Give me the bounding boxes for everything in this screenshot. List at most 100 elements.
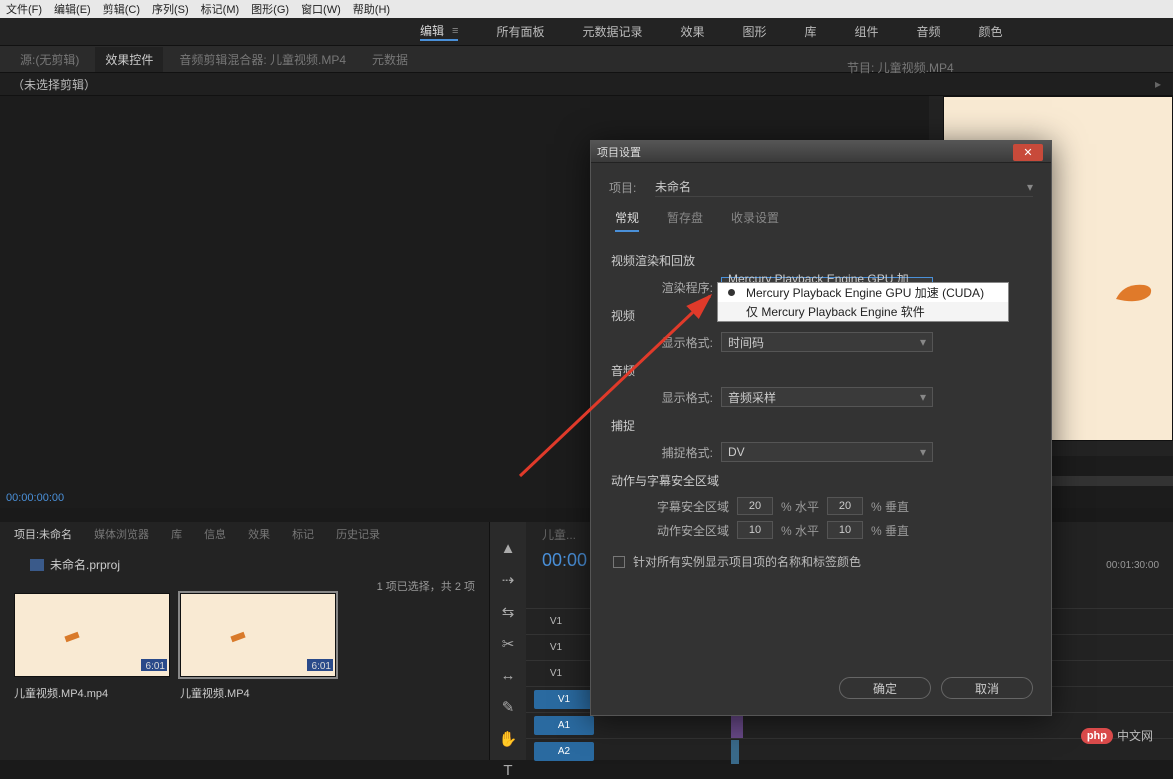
thumbnail-grid: 6:01 儿童视频.MP4.mp4 6:01 儿童视频.MP4 xyxy=(0,579,489,715)
menu-window[interactable]: 窗口(W) xyxy=(301,1,341,17)
menu-help[interactable]: 帮助(H) xyxy=(353,1,390,17)
section-render: 视频渲染和回放 xyxy=(611,252,1033,269)
dialog-close-button[interactable]: ✕ xyxy=(1013,144,1043,161)
action-safe-v-input[interactable]: 10 xyxy=(827,521,863,539)
project-panel: 项目:未命名 媒体浏览器 库 信息 效果 标记 历史记录 未命名.prproj … xyxy=(0,522,490,760)
section-safe: 动作与字幕安全区域 xyxy=(611,472,1033,489)
expand-arrow-icon[interactable]: ▸ xyxy=(1155,77,1161,91)
menu-edit[interactable]: 编辑(E) xyxy=(54,1,91,17)
ripple-tool-icon[interactable]: ⇆ xyxy=(499,603,517,621)
workspace-edit[interactable]: 编辑≡ xyxy=(420,22,458,41)
ok-button[interactable]: 确定 xyxy=(839,677,931,699)
timeline-tab[interactable]: 儿童... xyxy=(542,526,576,543)
php-logo-icon: php xyxy=(1081,728,1113,744)
no-clip-notice: （未选择剪辑） xyxy=(12,76,96,93)
show-names-checkbox[interactable] xyxy=(613,556,625,568)
menubar: 文件(F) 编辑(E) 剪辑(C) 序列(S) 标记(M) 图形(G) 窗口(W… xyxy=(0,0,1173,18)
audio-format-label: 显示格式: xyxy=(633,389,713,406)
capture-format-select[interactable]: DV xyxy=(721,442,933,462)
orange-shape-icon xyxy=(1114,279,1154,303)
workspace-essen[interactable]: 组件 xyxy=(855,23,879,40)
tab-media[interactable]: 媒体浏览器 xyxy=(86,523,157,545)
unit-label: % 垂直 xyxy=(871,522,909,539)
workspace-bar: 编辑≡ 所有面板 元数据记录 效果 图形 库 组件 音频 颜色 xyxy=(0,18,1173,46)
project-tabs: 项目:未命名 媒体浏览器 库 信息 效果 标记 历史记录 xyxy=(0,522,489,546)
title-safe-label: 字幕安全区域 xyxy=(633,498,729,515)
dropdown-option[interactable]: Mercury Playback Engine GPU 加速 (CUDA) xyxy=(718,283,1008,302)
workspace-fx[interactable]: 效果 xyxy=(680,23,704,40)
tab-info[interactable]: 信息 xyxy=(196,523,234,545)
fx-notice-bar: （未选择剪辑） ▸ xyxy=(0,72,1173,96)
unit-label: % 水平 xyxy=(781,522,819,539)
track-select-icon[interactable]: ⇢ xyxy=(499,571,517,589)
tab-history[interactable]: 历史记录 xyxy=(328,523,388,545)
video-format-label: 显示格式: xyxy=(633,334,713,351)
tool-column: ▲ ⇢ ⇆ ✂ ↔ ✎ ✋ T xyxy=(490,522,526,760)
item-count: 1 项已选择，共 2 项 xyxy=(377,578,475,594)
program-panel-tabs: 节目: 儿童视频.MP4 xyxy=(827,54,964,80)
workspace-all[interactable]: 所有面板 xyxy=(496,23,544,40)
menu-seq[interactable]: 序列(S) xyxy=(152,1,189,17)
menu-graphic[interactable]: 图形(G) xyxy=(251,1,289,17)
menu-mark[interactable]: 标记(M) xyxy=(201,1,240,17)
track-row[interactable]: A2 xyxy=(526,738,1173,764)
type-tool-icon[interactable]: T xyxy=(499,762,517,779)
thumb-label: 儿童视频.MP4 xyxy=(180,685,250,701)
workspace-audio[interactable]: 音频 xyxy=(917,23,941,40)
tab-project[interactable]: 项目:未命名 xyxy=(6,523,80,545)
timeline-clip[interactable] xyxy=(731,740,739,764)
cancel-button[interactable]: 取消 xyxy=(941,677,1033,699)
audio-format-select[interactable]: 音频采样 xyxy=(721,387,933,407)
tab-markers[interactable]: 标记 xyxy=(284,523,322,545)
dialog-tabs: 常规 暂存盘 收录设置 xyxy=(615,209,1033,232)
tab-fxcontrol[interactable]: 效果控件 xyxy=(95,47,163,72)
dialog-title: 项目设置 xyxy=(591,141,1051,163)
title-safe-v-input[interactable]: 20 xyxy=(827,497,863,515)
project-name: 未命名.prproj xyxy=(0,546,489,579)
dropdown-option[interactable]: 仅 Mercury Playback Engine 软件 xyxy=(718,302,1008,321)
project-select[interactable]: 未命名 xyxy=(655,177,1033,197)
selection-tool-icon[interactable]: ▲ xyxy=(499,540,517,557)
checkbox-label: 针对所有实例显示项目项的名称和标签颜色 xyxy=(633,553,861,570)
watermark: php 中文网 xyxy=(1081,727,1153,744)
title-safe-h-input[interactable]: 20 xyxy=(737,497,773,515)
workspace-graph[interactable]: 图形 xyxy=(742,23,766,40)
thumb-item[interactable]: 6:01 儿童视频.MP4 xyxy=(180,593,336,701)
tab-program[interactable]: 节目: 儿童视频.MP4 xyxy=(837,55,964,80)
tab-ingest[interactable]: 收录设置 xyxy=(731,209,779,232)
video-format-select[interactable]: 时间码 xyxy=(721,332,933,352)
menu-file[interactable]: 文件(F) xyxy=(6,1,42,17)
tab-lib[interactable]: 库 xyxy=(163,523,190,545)
selected-bullet-icon xyxy=(728,289,735,296)
renderer-label: 渲染程序: xyxy=(633,279,713,296)
thumb-item[interactable]: 6:01 儿童视频.MP4.mp4 xyxy=(14,593,170,701)
section-audio: 音频 xyxy=(611,362,1033,379)
slip-tool-icon[interactable]: ↔ xyxy=(499,667,517,684)
action-safe-label: 动作安全区域 xyxy=(633,522,729,539)
source-timecode: 00:00:00:00 xyxy=(6,492,64,504)
source-panel-tabs: 源:(无剪辑) 效果控件 音频剪辑混合器: 儿童视频.MP4 元数据 xyxy=(0,46,1173,72)
action-safe-h-input[interactable]: 10 xyxy=(737,521,773,539)
pen-tool-icon[interactable]: ✎ xyxy=(499,698,517,716)
project-settings-dialog: 项目设置 ✕ 项目: 未命名 常规 暂存盘 收录设置 视频渲染和回放 渲染程序:… xyxy=(590,140,1052,716)
tab-general[interactable]: 常规 xyxy=(615,209,639,232)
workspace-lib[interactable]: 库 xyxy=(805,23,817,40)
unit-label: % 水平 xyxy=(781,498,819,515)
unit-label: % 垂直 xyxy=(871,498,909,515)
renderer-dropdown: Mercury Playback Engine GPU 加速 (CUDA) 仅 … xyxy=(717,282,1009,322)
workspace-color[interactable]: 颜色 xyxy=(979,23,1003,40)
timeline-clip[interactable] xyxy=(731,714,743,738)
tab-effects[interactable]: 效果 xyxy=(240,523,278,545)
razor-tool-icon[interactable]: ✂ xyxy=(499,635,517,653)
menu-clip[interactable]: 剪辑(C) xyxy=(103,1,140,17)
tab-audiomix[interactable]: 音频剪辑混合器: 儿童视频.MP4 xyxy=(169,47,356,72)
ruler-mark: 00:01:30:00 xyxy=(1106,560,1159,570)
tab-source[interactable]: 源:(无剪辑) xyxy=(10,47,89,72)
workspace-meta[interactable]: 元数据记录 xyxy=(582,23,642,40)
thumb-image: 6:01 xyxy=(14,593,170,677)
thumb-image: 6:01 xyxy=(180,593,336,677)
tab-scratch[interactable]: 暂存盘 xyxy=(667,209,703,232)
capture-format-label: 捕捉格式: xyxy=(633,444,713,461)
hand-tool-icon[interactable]: ✋ xyxy=(499,730,517,748)
tab-metadata[interactable]: 元数据 xyxy=(362,47,418,72)
